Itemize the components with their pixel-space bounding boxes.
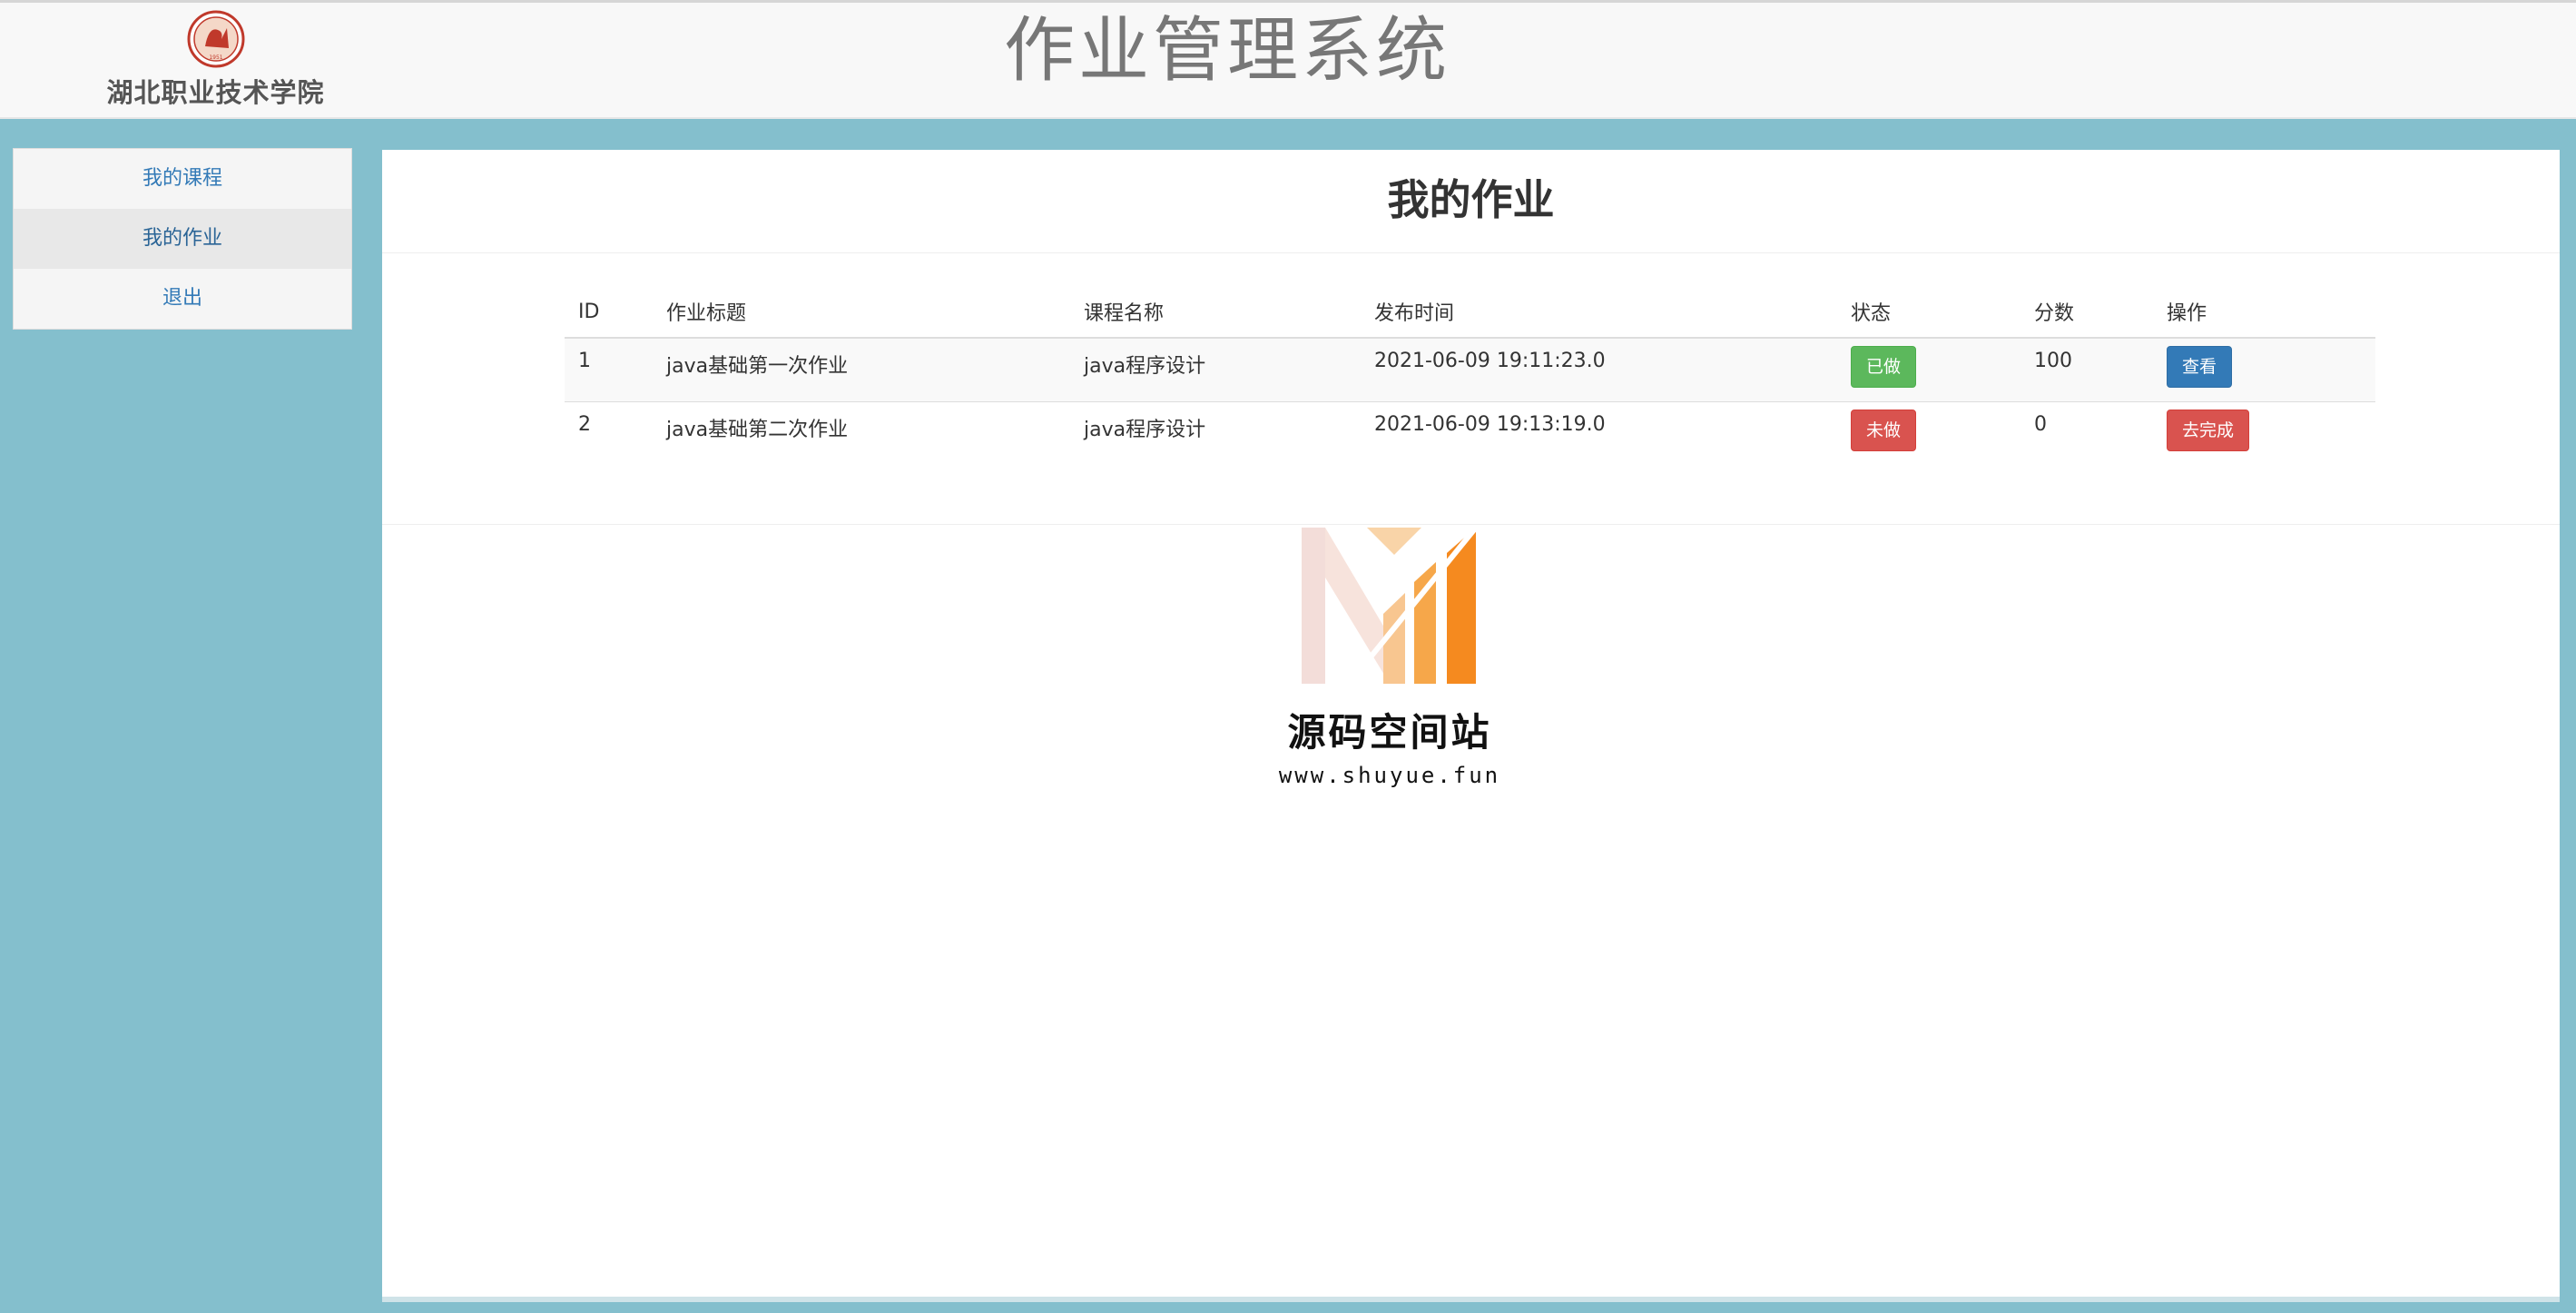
watermark-title: 源码空间站 xyxy=(1287,710,1492,755)
column-header-status: 状态 xyxy=(1837,286,2020,339)
panel-heading: 我的作业 xyxy=(382,150,2560,253)
table-row: 2 java基础第二次作业 java程序设计 2021-06-09 19:13:… xyxy=(565,400,2375,465)
table-header-row: ID 作业标题 课程名称 发布时间 状态 分数 操作 xyxy=(565,286,2375,339)
cell-action: 去完成 xyxy=(2153,400,2375,465)
bottom-strip xyxy=(382,1297,2560,1302)
school-logo-block: 1951 湖北职业技术学院 xyxy=(91,10,340,110)
main-panel: 我的作业 ID 作业标题 课程名称 发布时间 状态 分数 操作 1 java基础… xyxy=(382,150,2560,1297)
column-header-course: 课程名称 xyxy=(1070,286,1361,339)
watermark: 源码空间站 www.shuyue.fun xyxy=(1181,528,1598,788)
cell-id: 1 xyxy=(565,337,653,401)
homework-table: ID 作业标题 课程名称 发布时间 状态 分数 操作 1 java基础第一次作业… xyxy=(565,286,2375,465)
system-title: 作业管理系统 xyxy=(1004,10,1451,92)
go-complete-button[interactable]: 去完成 xyxy=(2167,409,2250,451)
cell-status: 未做 xyxy=(1837,400,2020,465)
top-header: 1951 湖北职业技术学院 作业管理系统 xyxy=(0,0,2576,119)
school-name: 湖北职业技术学院 xyxy=(106,77,325,108)
cell-title: java基础第二次作业 xyxy=(653,400,1070,465)
sidebar-item-logout[interactable]: 退出 xyxy=(14,269,351,329)
cell-score: 0 xyxy=(2020,400,2153,465)
school-emblem-icon: 1951 xyxy=(187,10,244,68)
logo-year: 1951 xyxy=(209,54,222,61)
cell-title: java基础第一次作业 xyxy=(653,337,1070,401)
panel-divider xyxy=(382,524,2560,525)
status-badge-done: 已做 xyxy=(1851,346,1917,388)
sidebar-nav: 我的课程 我的作业 退出 xyxy=(13,148,352,330)
cell-time: 2021-06-09 19:13:19.0 xyxy=(1361,400,1837,465)
column-header-score: 分数 xyxy=(2020,286,2153,339)
watermark-url: www.shuyue.fun xyxy=(1278,763,1501,788)
column-header-id: ID xyxy=(565,286,653,339)
cell-course: java程序设计 xyxy=(1070,400,1361,465)
column-header-time: 发布时间 xyxy=(1361,286,1837,339)
column-header-title: 作业标题 xyxy=(653,286,1070,339)
cell-score: 100 xyxy=(2020,337,2153,401)
table-row: 1 java基础第一次作业 java程序设计 2021-06-09 19:11:… xyxy=(565,337,2375,401)
view-button[interactable]: 查看 xyxy=(2167,346,2233,388)
cell-status: 已做 xyxy=(1837,337,2020,401)
column-header-action: 操作 xyxy=(2153,286,2375,339)
cell-time: 2021-06-09 19:11:23.0 xyxy=(1361,337,1837,401)
sidebar-item-my-homework[interactable]: 我的作业 xyxy=(14,209,351,269)
watermark-logo-icon xyxy=(1302,528,1479,684)
cell-action: 查看 xyxy=(2153,337,2375,401)
sidebar-item-my-courses[interactable]: 我的课程 xyxy=(14,149,351,209)
cell-id: 2 xyxy=(565,400,653,465)
page-title: 我的作业 xyxy=(1387,175,1555,224)
status-badge-undone: 未做 xyxy=(1851,409,1917,451)
homework-table-container: ID 作业标题 课程名称 发布时间 状态 分数 操作 1 java基础第一次作业… xyxy=(565,286,2375,465)
cell-course: java程序设计 xyxy=(1070,337,1361,401)
